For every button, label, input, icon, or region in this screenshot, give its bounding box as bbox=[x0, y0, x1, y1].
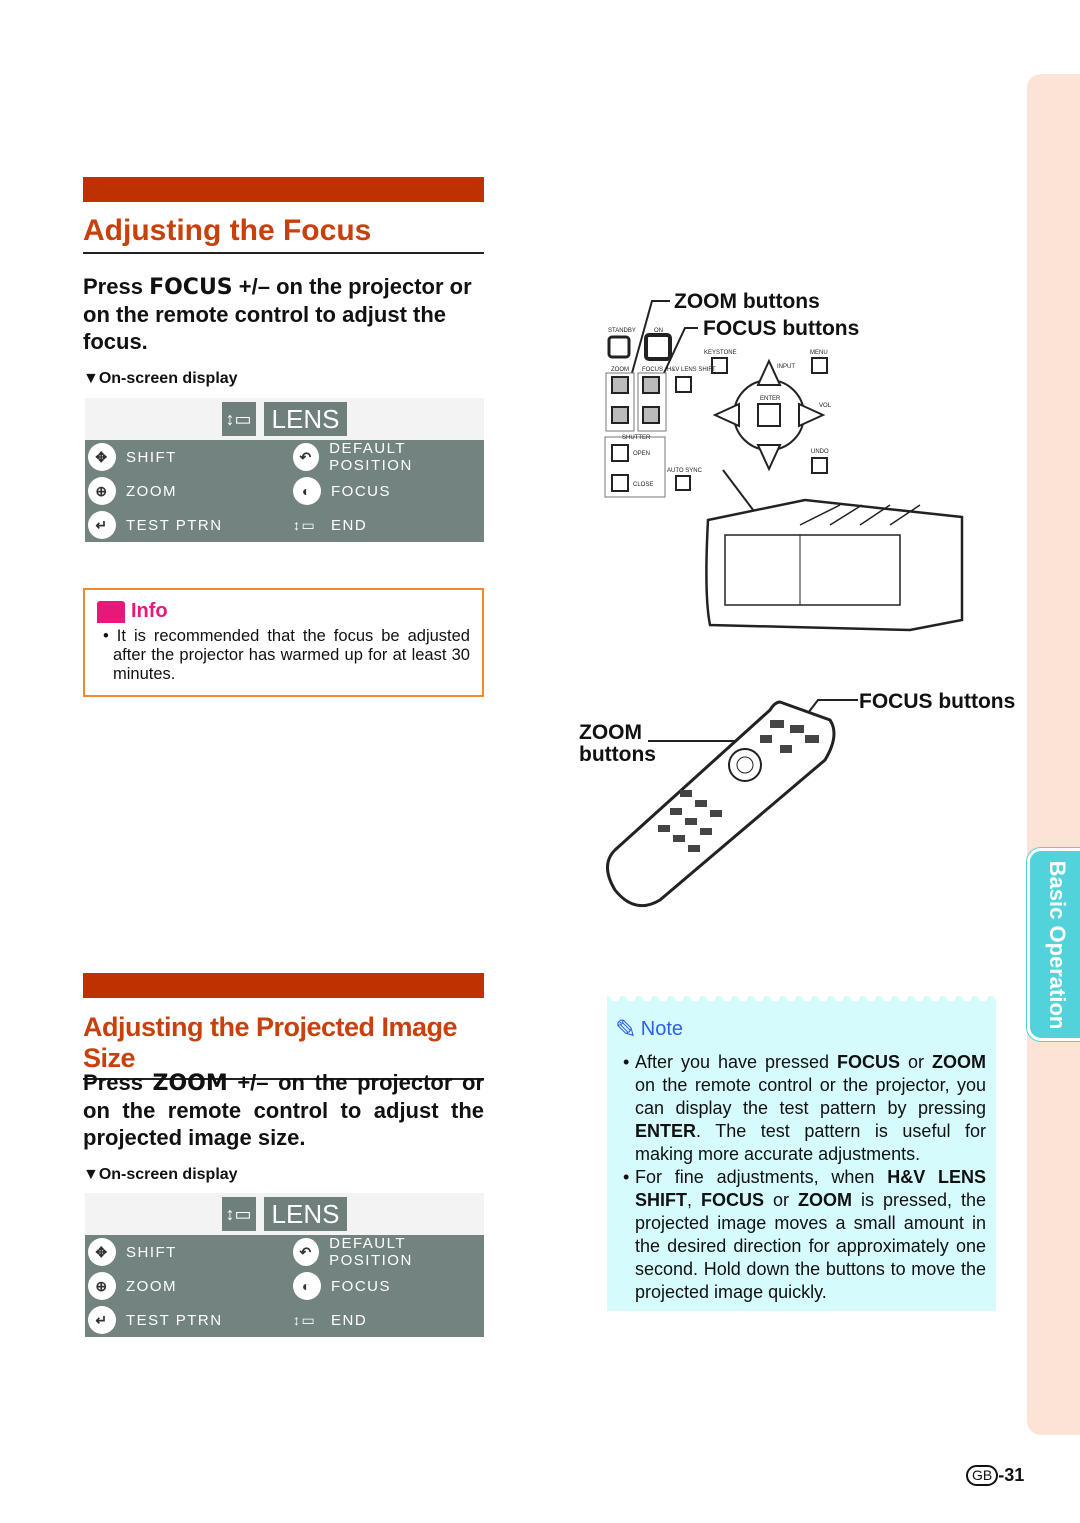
svg-text:VOL: VOL bbox=[819, 403, 832, 409]
svg-text:CLOSE: CLOSE bbox=[633, 482, 653, 488]
osd-title: LENS bbox=[263, 402, 348, 436]
onscreen-display: ↕▭ LENS ✥ SHIFT ↶ DEFAULT POSITION ⊕ ZOOM ◐ F… bbox=[85, 1193, 484, 1337]
zoom-icon: ⊕ bbox=[88, 1272, 116, 1300]
svg-text:AUTO SYNC: AUTO SYNC bbox=[667, 468, 703, 474]
note-item: For fine adjustments, when H&V LENS SHIF… bbox=[607, 1166, 996, 1304]
focus-icon: ◐ bbox=[293, 477, 321, 505]
svg-text:UNDO: UNDO bbox=[811, 449, 829, 455]
section-tab[interactable]: Basic Operation bbox=[1027, 848, 1080, 1041]
pencil-icon: ✎ bbox=[615, 1014, 637, 1044]
section-bar bbox=[83, 177, 484, 202]
zoom-icon: ⊕ bbox=[88, 477, 116, 505]
lens-icon: ↕▭ bbox=[221, 402, 256, 436]
lens-icon: ↕▭ bbox=[293, 1311, 317, 1328]
page-number: GB -31 bbox=[966, 1465, 1024, 1486]
arrows-icon: ✥ bbox=[88, 443, 116, 471]
note-scallop bbox=[607, 996, 996, 1004]
info-box: Info • It is recommended that the focus … bbox=[83, 588, 484, 697]
enter-icon: ↵ bbox=[88, 511, 116, 539]
svg-text:SHUTTER: SHUTTER bbox=[622, 435, 651, 441]
svg-text:MENU: MENU bbox=[810, 350, 828, 356]
svg-text:H&V LENS SHIFT: H&V LENS SHIFT bbox=[667, 367, 716, 373]
lens-icon: ↕▭ bbox=[293, 516, 317, 533]
section-bar bbox=[83, 973, 484, 998]
onscreen-display: ↕▭ LENS ✥ SHIFT ↶ DEFAULT POSITION ⊕ ZOOM ◐ F… bbox=[85, 398, 484, 542]
note-item: After you have pressed FOCUS or ZOOM on … bbox=[607, 1051, 996, 1166]
note-box: ✎Note After you have pressed FOCUS or ZO… bbox=[607, 996, 996, 1311]
osd-label: ▼On-screen display bbox=[83, 1166, 238, 1183]
svg-text:ZOOM: ZOOM bbox=[611, 367, 629, 373]
remote-control-illustration bbox=[606, 699, 858, 908]
focus-icon: ◐ bbox=[293, 1272, 321, 1300]
osd-label: ▼On-screen display bbox=[83, 370, 238, 387]
side-band bbox=[1027, 74, 1080, 1435]
note-heading: Note bbox=[640, 1018, 684, 1040]
instruction: Press ZOOM +/– on the projector or on th… bbox=[83, 1070, 484, 1150]
projector-panel-illustration: STANDBY ON ZOOM FOCUS H&V LENS SHIFT KEYSTON… bbox=[604, 300, 964, 632]
section-tab-label: Basic Operation bbox=[1045, 860, 1070, 1029]
undo-icon: ↶ bbox=[293, 443, 320, 471]
instruction: Press FOCUS +/– on the projector or on t… bbox=[83, 274, 472, 354]
svg-text:FOCUS: FOCUS bbox=[642, 367, 663, 373]
lens-icon: ↕▭ bbox=[221, 1197, 256, 1231]
remote-focus-label: FOCUS buttons bbox=[859, 690, 1016, 713]
svg-text:ENTER: ENTER bbox=[760, 396, 781, 402]
book-icon bbox=[97, 600, 125, 623]
svg-text:OPEN: OPEN bbox=[633, 451, 650, 457]
arrows-icon: ✥ bbox=[88, 1238, 116, 1266]
svg-text:KEYSTONE: KEYSTONE bbox=[704, 350, 737, 356]
svg-text:INPUT: INPUT bbox=[777, 364, 795, 370]
section-title: Adjusting the Focus bbox=[83, 214, 484, 254]
undo-icon: ↶ bbox=[293, 1238, 320, 1266]
enter-icon: ↵ bbox=[88, 1306, 116, 1334]
svg-text:ON: ON bbox=[654, 328, 663, 334]
svg-text:STANDBY: STANDBY bbox=[608, 328, 636, 334]
